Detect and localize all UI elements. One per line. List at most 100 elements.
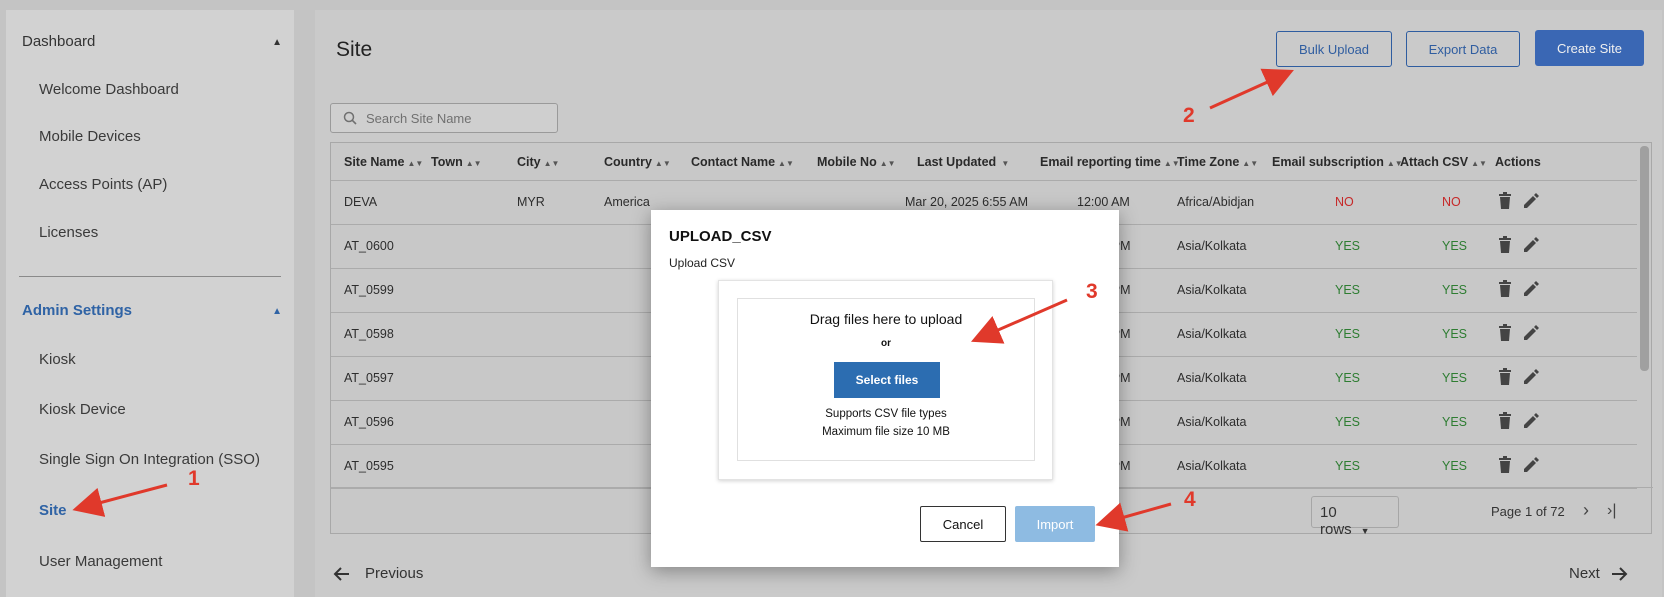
attach-csv-cell: YES (1442, 371, 1468, 385)
column-header-town[interactable]: Town ▲▼ (431, 155, 482, 169)
sort-icon[interactable]: ▲▼ (544, 159, 560, 168)
sidebar-item-user-management[interactable]: User Management (39, 553, 162, 570)
delete-icon[interactable] (1498, 280, 1512, 303)
time-zone-cell: Asia/Kolkata (1177, 327, 1247, 341)
delete-icon[interactable] (1498, 192, 1512, 215)
country-cell: America (604, 195, 650, 209)
sort-icon[interactable]: ▲▼ (1242, 159, 1258, 168)
delete-icon[interactable] (1498, 236, 1512, 259)
sort-icon[interactable]: ▲▼ (655, 159, 671, 168)
column-header-email-reporting-time[interactable]: Email reporting time ▲▼ (1040, 155, 1180, 169)
import-button[interactable]: Import (1015, 506, 1095, 542)
sidebar-item-kiosk[interactable]: Kiosk (39, 351, 76, 368)
drag-files-text: Drag files here to upload (809, 311, 963, 327)
edit-icon[interactable] (1522, 412, 1540, 435)
sidebar-item-mobile-devices[interactable]: Mobile Devices (39, 128, 141, 145)
delete-icon[interactable] (1498, 368, 1512, 391)
page-title: Site (336, 38, 373, 61)
sidebar-item-kiosk-device[interactable]: Kiosk Device (39, 401, 126, 418)
site-name-cell: AT_0597 (344, 371, 394, 385)
previous-button[interactable]: Previous (333, 565, 423, 582)
edit-icon[interactable] (1522, 368, 1540, 391)
annotation-number-3: 3 (1086, 280, 1098, 303)
email-subscription-cell: YES (1335, 283, 1361, 297)
email-subscription-cell: YES (1335, 327, 1361, 341)
attach-csv-cell: YES (1442, 283, 1468, 297)
column-header-last-updated[interactable]: Last Updated ▼ (917, 155, 1009, 169)
email-reporting-time-cell: 12:00 AM (1077, 195, 1130, 209)
column-header-actions: Actions (1495, 155, 1541, 169)
max-size-text: Maximum file size 10 MB (822, 426, 950, 438)
sidebar-section-admin-settings[interactable]: Admin Settings (22, 302, 132, 319)
sort-icon[interactable]: ▲▼ (1471, 159, 1487, 168)
upload-card: Drag files here to upload or Select file… (718, 280, 1053, 480)
search-icon (343, 111, 357, 125)
site-name-cell: AT_0595 (344, 459, 394, 473)
column-header-site-name[interactable]: Site Name ▲▼ (344, 155, 423, 169)
delete-icon[interactable] (1498, 456, 1512, 479)
create-site-button[interactable]: Create Site (1535, 30, 1644, 66)
time-zone-cell: Asia/Kolkata (1177, 283, 1247, 297)
attach-csv-cell: NO (1442, 195, 1461, 209)
modal-title: UPLOAD_CSV (669, 228, 772, 245)
attach-csv-cell: YES (1442, 415, 1468, 429)
edit-icon[interactable] (1522, 192, 1540, 215)
sidebar-item-sso[interactable]: Single Sign On Integration (SSO) (39, 451, 260, 468)
last-updated-cell: Mar 20, 2025 6:55 AM (905, 195, 1028, 209)
column-header-contact-name[interactable]: Contact Name ▲▼ (691, 155, 794, 169)
edit-icon[interactable] (1522, 236, 1540, 259)
delete-icon[interactable] (1498, 324, 1512, 347)
select-files-button[interactable]: Select files (834, 362, 940, 398)
site-name-cell: AT_0600 (344, 239, 394, 253)
column-header-email-subscription[interactable]: Email subscription ▲▼ (1272, 155, 1403, 169)
sidebar-item-access-points[interactable]: Access Points (AP) (39, 176, 167, 193)
edit-icon[interactable] (1522, 280, 1540, 303)
next-button[interactable]: Next (1569, 565, 1628, 582)
time-zone-cell: Asia/Kolkata (1177, 459, 1247, 473)
sort-icon[interactable]: ▲▼ (778, 159, 794, 168)
table-header: Site Name ▲▼ Town ▲▼ City ▲▼ Country ▲▼ Cont… (331, 143, 1637, 181)
time-zone-cell: Africa/Abidjan (1177, 195, 1255, 209)
sidebar-item-site[interactable]: Site (39, 502, 67, 519)
sort-desc-icon[interactable]: ▼ (999, 159, 1009, 168)
time-zone-cell: Asia/Kolkata (1177, 415, 1247, 429)
file-drop-zone[interactable]: Drag files here to upload or Select file… (737, 298, 1035, 461)
chevron-down-icon: ▼ (1360, 526, 1370, 536)
edit-icon[interactable] (1522, 324, 1540, 347)
time-zone-cell: Asia/Kolkata (1177, 371, 1247, 385)
attach-csv-cell: YES (1442, 459, 1468, 473)
sidebar-section-dashboard[interactable]: Dashboard (22, 33, 95, 50)
bulk-upload-button[interactable]: Bulk Upload (1276, 31, 1392, 67)
column-header-country[interactable]: Country ▲▼ (604, 155, 671, 169)
collapse-caret-icon[interactable]: ▲ (272, 37, 282, 48)
search-input[interactable]: Search Site Name (330, 103, 558, 133)
collapse-caret-icon[interactable]: ▲ (272, 306, 282, 317)
next-page-icon[interactable]: › (1583, 500, 1589, 521)
sidebar-item-welcome-dashboard[interactable]: Welcome Dashboard (39, 81, 179, 98)
arrow-right-icon (1611, 566, 1628, 581)
email-subscription-cell: YES (1335, 459, 1361, 473)
city-cell: MYR (517, 195, 545, 209)
sort-icon[interactable]: ▲▼ (407, 159, 423, 168)
edit-icon[interactable] (1522, 456, 1540, 479)
column-header-city[interactable]: City ▲▼ (517, 155, 559, 169)
email-subscription-cell: YES (1335, 371, 1361, 385)
rows-per-page-select[interactable]: 10 rows ▼ (1311, 496, 1399, 538)
annotation-number-4: 4 (1184, 488, 1196, 511)
sidebar-divider (19, 276, 281, 277)
cancel-button[interactable]: Cancel (920, 506, 1006, 542)
column-header-attach-csv[interactable]: Attach CSV ▲▼ (1400, 155, 1487, 169)
column-header-time-zone[interactable]: Time Zone ▲▼ (1177, 155, 1258, 169)
sort-icon[interactable]: ▲▼ (466, 159, 482, 168)
page-info: Page 1 of 72 (1491, 504, 1565, 519)
sort-icon[interactable]: ▲▼ (880, 159, 896, 168)
export-data-button[interactable]: Export Data (1406, 31, 1520, 67)
sidebar-item-licenses[interactable]: Licenses (39, 224, 98, 241)
or-text: or (881, 338, 891, 349)
column-header-mobile-no[interactable]: Mobile No ▲▼ (817, 155, 896, 169)
delete-icon[interactable] (1498, 412, 1512, 435)
table-scrollbar[interactable] (1640, 146, 1649, 371)
last-page-icon[interactable]: ›| (1607, 502, 1616, 520)
email-subscription-cell: YES (1335, 415, 1361, 429)
upload-csv-modal: UPLOAD_CSV Upload CSV Drag files here to… (651, 210, 1119, 567)
